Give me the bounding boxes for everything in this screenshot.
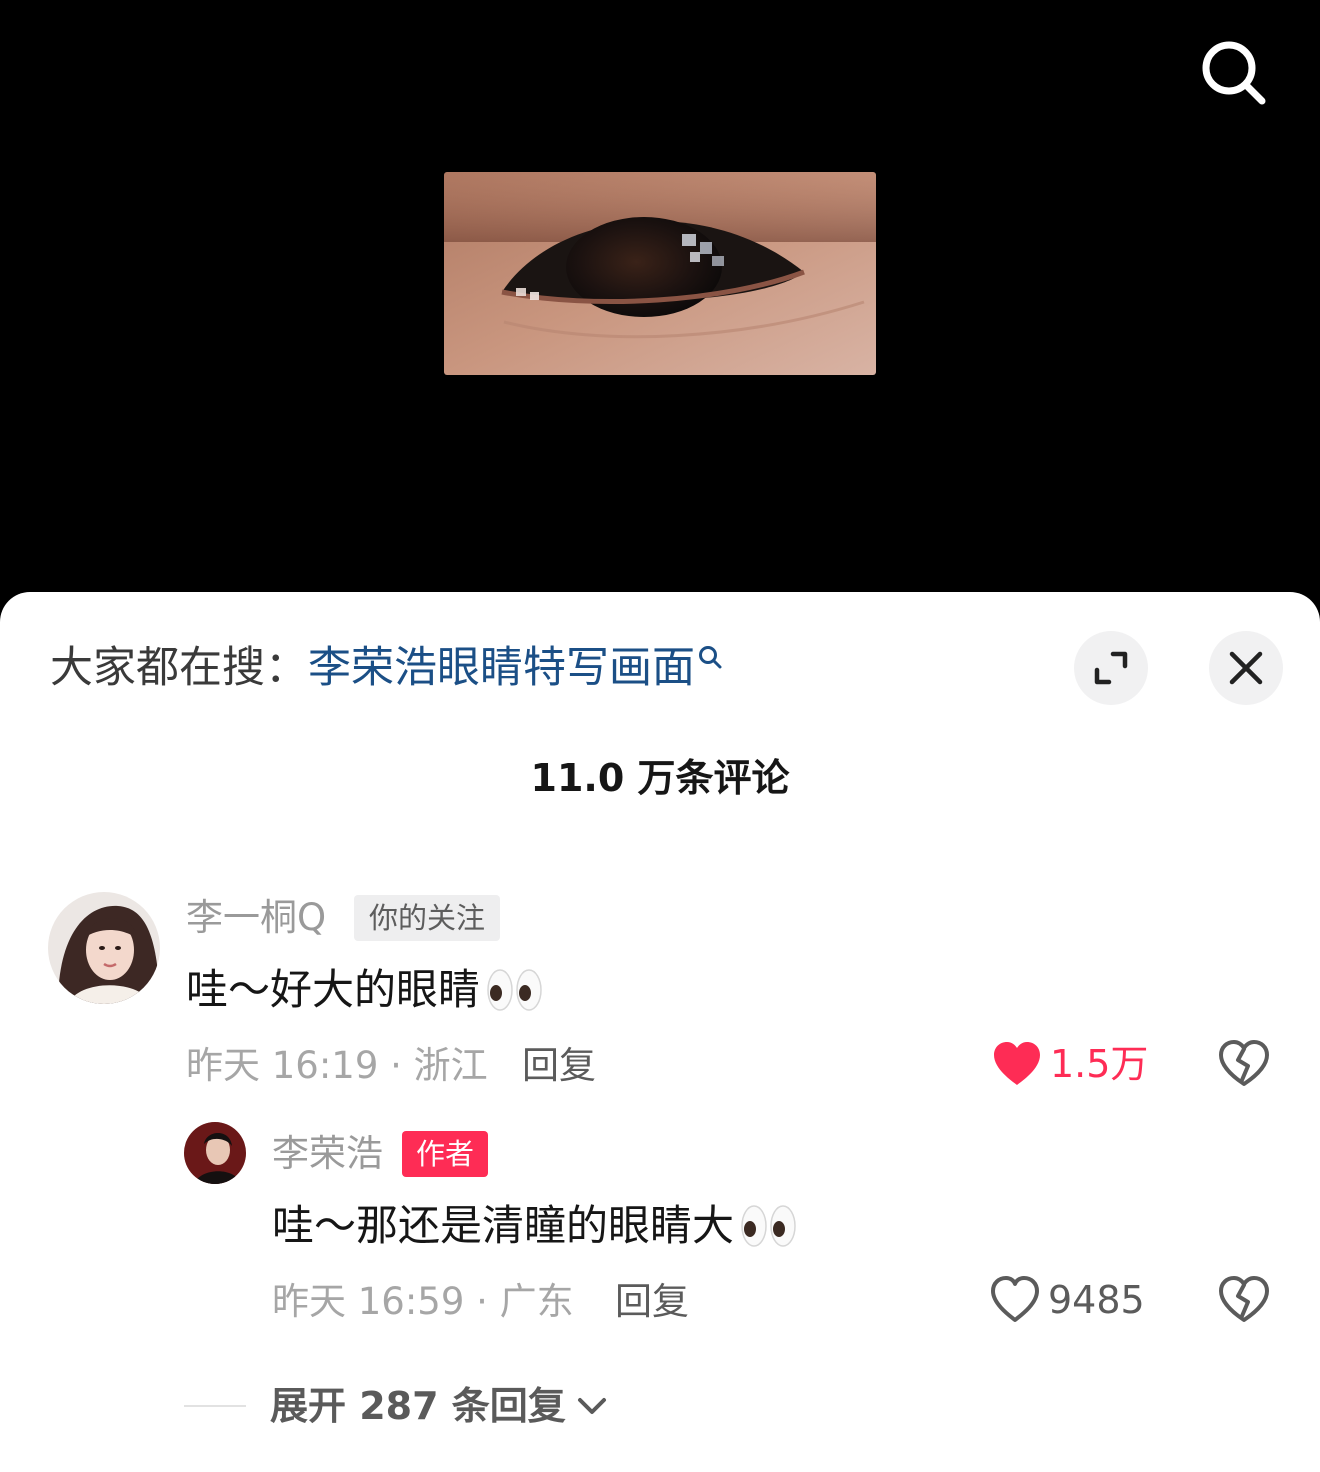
like-count: 1.5万 bbox=[1050, 1042, 1149, 1086]
search-suggestion-keyword[interactable]: 李荣浩眼睛特写画面 bbox=[308, 640, 695, 696]
comment-text-content: 哇～好大的眼睛 bbox=[186, 965, 481, 1014]
author-badge: 作者 bbox=[402, 1131, 488, 1177]
dislike-icon bbox=[1219, 1276, 1269, 1322]
like-button[interactable]: 1.5万 bbox=[992, 1040, 1148, 1088]
comment-time-location: 昨天 16:59 · 广东 bbox=[272, 1280, 574, 1323]
search-button[interactable] bbox=[1196, 36, 1272, 112]
search-suggestion[interactable]: 大家都在搜： 李荣浩眼睛特写画面 bbox=[50, 640, 723, 696]
comment-time-location: 昨天 16:19 · 浙江 bbox=[186, 1044, 488, 1087]
dislike-button[interactable] bbox=[1218, 1276, 1270, 1324]
video-player[interactable] bbox=[0, 0, 1320, 620]
eyes-emoji-icon bbox=[740, 1203, 798, 1249]
chevron-down-icon bbox=[577, 1398, 606, 1414]
expand-button[interactable] bbox=[1074, 631, 1148, 705]
close-icon bbox=[1229, 651, 1263, 685]
like-button[interactable]: 9485 bbox=[990, 1276, 1145, 1324]
comments-count-title: 11.0 万条评论 bbox=[530, 756, 790, 800]
dislike-icon bbox=[1219, 1040, 1269, 1086]
comment-author[interactable]: 李一桐Q bbox=[186, 894, 326, 942]
divider bbox=[184, 1405, 246, 1407]
dislike-button[interactable] bbox=[1218, 1040, 1270, 1088]
reply-button[interactable]: 回复 bbox=[615, 1278, 689, 1326]
like-count: 9485 bbox=[1048, 1278, 1145, 1322]
search-icon bbox=[1202, 41, 1266, 105]
following-badge: 你的关注 bbox=[354, 895, 500, 941]
heart-icon bbox=[994, 1042, 1040, 1085]
avatar[interactable] bbox=[184, 1122, 246, 1184]
search-small-icon bbox=[699, 646, 722, 669]
comment-text: 哇～好大的眼睛 bbox=[186, 962, 544, 1018]
search-suggestion-prefix: 大家都在搜： bbox=[50, 643, 308, 693]
comment-author[interactable]: 李荣浩 bbox=[272, 1130, 383, 1178]
eyes-emoji-icon bbox=[486, 967, 544, 1013]
heart-icon bbox=[991, 1276, 1039, 1322]
video-frame-eye-closeup bbox=[444, 172, 876, 375]
comments-sheet bbox=[0, 592, 1320, 1472]
close-button[interactable] bbox=[1209, 631, 1283, 705]
reply-button[interactable]: 回复 bbox=[522, 1042, 596, 1090]
expand-replies-label: 展开 287 条回复 bbox=[270, 1384, 566, 1428]
comment-text: 哇～那还是清瞳的眼睛大 bbox=[272, 1198, 798, 1254]
comment-text-content: 哇～那还是清瞳的眼睛大 bbox=[272, 1201, 735, 1250]
avatar[interactable] bbox=[48, 892, 160, 1004]
expand-icon bbox=[1094, 651, 1128, 685]
expand-replies-button[interactable]: 展开 287 条回复 bbox=[270, 1381, 610, 1431]
